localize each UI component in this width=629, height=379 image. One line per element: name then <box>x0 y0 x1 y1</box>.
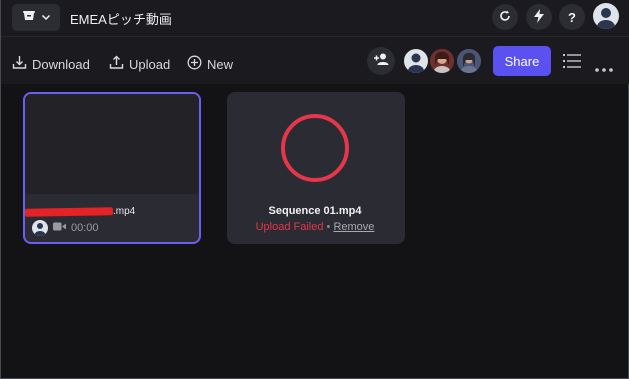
new-label: New <box>207 56 234 72</box>
member-avatar[interactable] <box>402 47 430 75</box>
asset-meta: 00:00 <box>32 220 99 236</box>
workspace-menu-button[interactable] <box>12 4 60 31</box>
video-camera-icon <box>53 222 66 234</box>
question-icon: ? <box>568 9 576 25</box>
list-view-icon[interactable] <box>563 53 581 74</box>
upload-icon <box>109 55 124 73</box>
uploader-avatar <box>32 220 48 236</box>
share-button[interactable]: Share <box>493 46 551 76</box>
add-user-icon <box>373 52 389 71</box>
asset-duration: 00:00 <box>71 222 99 234</box>
member-avatar[interactable] <box>455 47 483 75</box>
asset-name: Sequence 01.mp4 <box>268 205 362 217</box>
user-avatar[interactable] <box>593 3 619 29</box>
refresh-button[interactable] <box>492 4 518 30</box>
upload-label: Upload <box>129 56 171 72</box>
new-button[interactable]: New <box>187 55 233 73</box>
remove-link[interactable]: Remove <box>333 221 374 233</box>
member-avatar[interactable] <box>428 47 456 75</box>
redaction-mark <box>24 207 114 217</box>
upload-failed-ring-icon <box>281 114 349 182</box>
download-label: Download <box>32 56 90 72</box>
lightning-button[interactable] <box>526 4 552 30</box>
page-title: EMEAピッチ動画 <box>70 12 172 27</box>
chevron-down-icon <box>41 9 51 27</box>
download-icon <box>12 55 27 73</box>
upload-failed-text: Upload Failed <box>255 221 324 233</box>
add-member-button[interactable] <box>367 47 395 75</box>
more-options-icon[interactable] <box>595 59 613 77</box>
lightning-icon <box>533 8 545 26</box>
upload-button[interactable]: Upload <box>109 55 170 73</box>
refresh-icon <box>498 9 512 26</box>
help-button[interactable]: ? <box>559 4 585 30</box>
top-bar: EMEAピッチ動画 ? <box>1 0 629 36</box>
basket-icon <box>22 8 36 27</box>
upload-status: Upload Failed • Remove <box>227 221 403 233</box>
app-window: EMEAピッチ動画 ? Download Upload New Share .m… <box>0 0 629 379</box>
video-thumbnail <box>25 94 199 194</box>
plus-circle-icon <box>187 55 202 73</box>
asset-name: .mp4 <box>113 206 136 217</box>
download-button[interactable]: Download <box>12 55 90 73</box>
status-separator: • <box>326 221 331 233</box>
